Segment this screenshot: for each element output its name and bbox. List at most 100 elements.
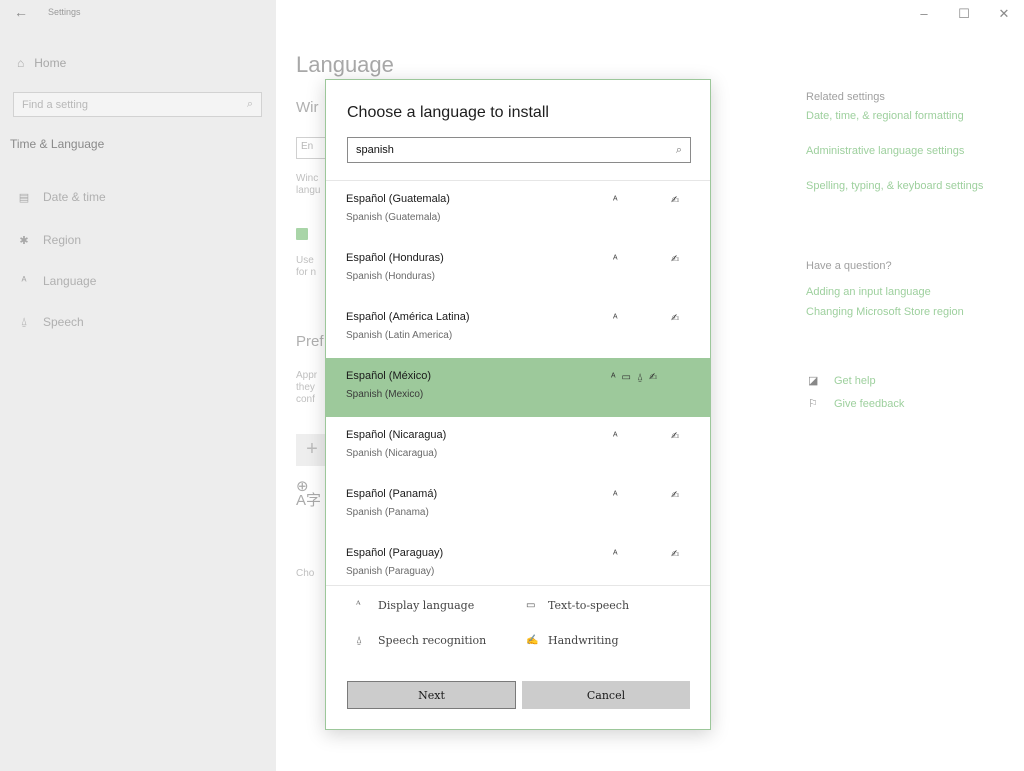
display-language-icon: ᴬ [613, 490, 618, 501]
preferred-languages-heading: Pref [296, 333, 324, 350]
display-language-icon: ᴬ [611, 372, 616, 383]
give-feedback-link[interactable]: ⚐ Give feedback [808, 397, 905, 411]
help-section: ◪ Get help ⚐ Give feedback [808, 374, 904, 420]
related-settings-heading: Related settings [806, 91, 885, 103]
find-setting-input[interactable]: Find a setting ⌕ [13, 92, 262, 117]
related-link-date-time[interactable]: Date, time, & regional formatting [806, 109, 1016, 124]
language-option-panama[interactable]: Español (Panamá) Spanish (Panama) ᴬ ✍ [326, 476, 710, 535]
feedback-icon: ⚐ [808, 398, 818, 410]
have-a-question: Have a question? Adding an input languag… [806, 260, 1016, 326]
language-option-latin-america[interactable]: Español (América Latina) Spanish (Latin … [326, 299, 710, 358]
language-list[interactable]: Español (Guatemala) Spanish (Guatemala) … [326, 180, 710, 586]
language-english-name: Spanish (Nicaragua) [346, 448, 438, 459]
give-feedback-label: Give feedback [834, 397, 905, 410]
question-link-input-language[interactable]: Adding an input language [806, 286, 1016, 298]
language-option-paraguay[interactable]: Español (Paraguay) Spanish (Paraguay) ᴬ … [326, 535, 710, 585]
store-icon [296, 228, 308, 240]
next-button[interactable]: Next [347, 681, 516, 709]
microphone-icon: ⍙ [20, 315, 28, 328]
question-heading: Have a question? [806, 260, 892, 272]
display-desc-line2: langu [296, 185, 321, 196]
handwriting-icon: ✍ [671, 254, 680, 265]
language-english-name: Spanish (Mexico) [346, 389, 424, 400]
cancel-button[interactable]: Cancel [522, 681, 690, 709]
question-link-store-region[interactable]: Changing Microsoft Store region [806, 306, 1016, 318]
display-language-icon: ᴬ [613, 195, 618, 206]
sidebar-item-label: Speech [43, 315, 84, 329]
sidebar-item-region[interactable]: ✱ Region [17, 233, 81, 247]
display-desc-line1: Winc [296, 173, 319, 184]
sidebar-item-language[interactable]: ᴬ Language [17, 274, 97, 288]
legend-label: Handwriting [548, 634, 619, 647]
maximize-button[interactable]: ☐ [944, 6, 984, 22]
language-english-name: Spanish (Latin America) [346, 330, 453, 341]
text-to-speech-icon: ▭ [621, 372, 631, 383]
language-glyph-icon: ⊕ A字 [296, 478, 322, 509]
language-native-name: Español (Paraguay) [346, 547, 444, 559]
preferred-desc-line1: Appr [296, 370, 318, 381]
settings-sidebar: ← Settings ⌂ Home Find a setting ⌕ Time … [0, 0, 276, 771]
help-chat-icon: ◪ [808, 375, 819, 387]
legend-label: Text-to-speech [548, 599, 630, 612]
language-english-name: Spanish (Panama) [346, 507, 429, 518]
related-link-admin-language[interactable]: Administrative language settings [806, 144, 1016, 159]
language-english-name: Spanish (Guatemala) [346, 212, 441, 223]
choose-language-link[interactable]: Cho [296, 568, 314, 579]
handwriting-icon: ✍ [671, 195, 680, 206]
display-language-icon: ᴬ [356, 600, 361, 611]
windows-display-language-heading: Wir [296, 99, 319, 116]
handwriting-icon: ✍ [671, 549, 680, 560]
get-help-label: Get help [834, 374, 876, 387]
close-button[interactable]: ✕ [984, 6, 1024, 22]
add-language-button[interactable]: + [296, 434, 328, 466]
related-settings: Related settings Date, time, & regional … [806, 91, 1016, 214]
handwriting-icon: ✍ [671, 431, 680, 442]
title-bar: ← Settings [14, 4, 81, 20]
get-help-link[interactable]: ◪ Get help [808, 374, 904, 388]
back-arrow-icon[interactable]: ← [14, 4, 28, 20]
display-language-icon: ᴬ [613, 313, 618, 324]
feature-icons: ᴬ ▭ ⍙ ✍ [611, 372, 657, 383]
language-native-name: Español (Honduras) [346, 252, 444, 264]
sidebar-item-date-time[interactable]: ▤ Date & time [17, 190, 106, 204]
legend-speech-recognition: ⍙ Speech recognition [356, 634, 526, 647]
store-desc-line2: for n [296, 267, 317, 278]
language-option-mexico[interactable]: Español (México) Spanish (Mexico) ᴬ ▭ ⍙ … [326, 358, 710, 417]
minimize-button[interactable]: – [904, 6, 944, 22]
handwriting-icon: ✍ [648, 372, 658, 383]
legend-row: ⍙ Speech recognition ✍ Handwriting [356, 634, 686, 647]
store-desc-line1: Use [296, 255, 314, 266]
legend-handwriting: ✍ Handwriting [526, 634, 619, 647]
language-option-nicaragua[interactable]: Español (Nicaragua) Spanish (Nicaragua) … [326, 417, 710, 476]
globe-icon: ✱ [19, 234, 29, 247]
legend-label: Display language [378, 599, 475, 612]
language-search-input[interactable]: spanish ⌕ [347, 137, 691, 163]
related-link-spelling[interactable]: Spelling, typing, & keyboard settings [806, 179, 1016, 194]
dialog-title: Choose a language to install [347, 104, 549, 121]
choose-language-dialog: Choose a language to install spanish ⌕ E… [325, 79, 711, 730]
language-english-name: Spanish (Honduras) [346, 271, 435, 282]
preferred-desc-line3: conf [296, 394, 315, 405]
sidebar-item-label: Region [43, 233, 82, 247]
language-option-guatemala[interactable]: Español (Guatemala) Spanish (Guatemala) … [326, 181, 710, 240]
display-language-icon: ᴬ [613, 549, 618, 560]
handwriting-icon: ✍ [671, 313, 680, 324]
language-icon: ᴬ [21, 275, 27, 287]
language-native-name: Español (Guatemala) [346, 193, 450, 205]
language-native-name: Español (Panamá) [346, 488, 438, 500]
language-english-name: Spanish (Paraguay) [346, 566, 435, 577]
sidebar-item-speech[interactable]: ⍙ Speech [17, 315, 84, 329]
preferred-desc-line2: they [296, 382, 315, 393]
text-to-speech-icon: ▭ [526, 600, 536, 611]
legend-label: Speech recognition [378, 634, 487, 647]
sidebar-item-label: Date & time [43, 190, 106, 204]
speech-recognition-icon: ⍙ [636, 372, 643, 383]
nav-home[interactable]: ⌂ Home [17, 56, 66, 70]
window-title: Settings [48, 7, 81, 17]
language-native-name: Español (América Latina) [346, 311, 470, 323]
display-language-icon: ᴬ [613, 254, 618, 265]
legend-display-language: ᴬ Display language [356, 599, 526, 612]
nav-home-label: Home [34, 56, 67, 70]
language-option-honduras[interactable]: Español (Honduras) Spanish (Honduras) ᴬ … [326, 240, 710, 299]
language-search-value: spanish [356, 144, 394, 156]
